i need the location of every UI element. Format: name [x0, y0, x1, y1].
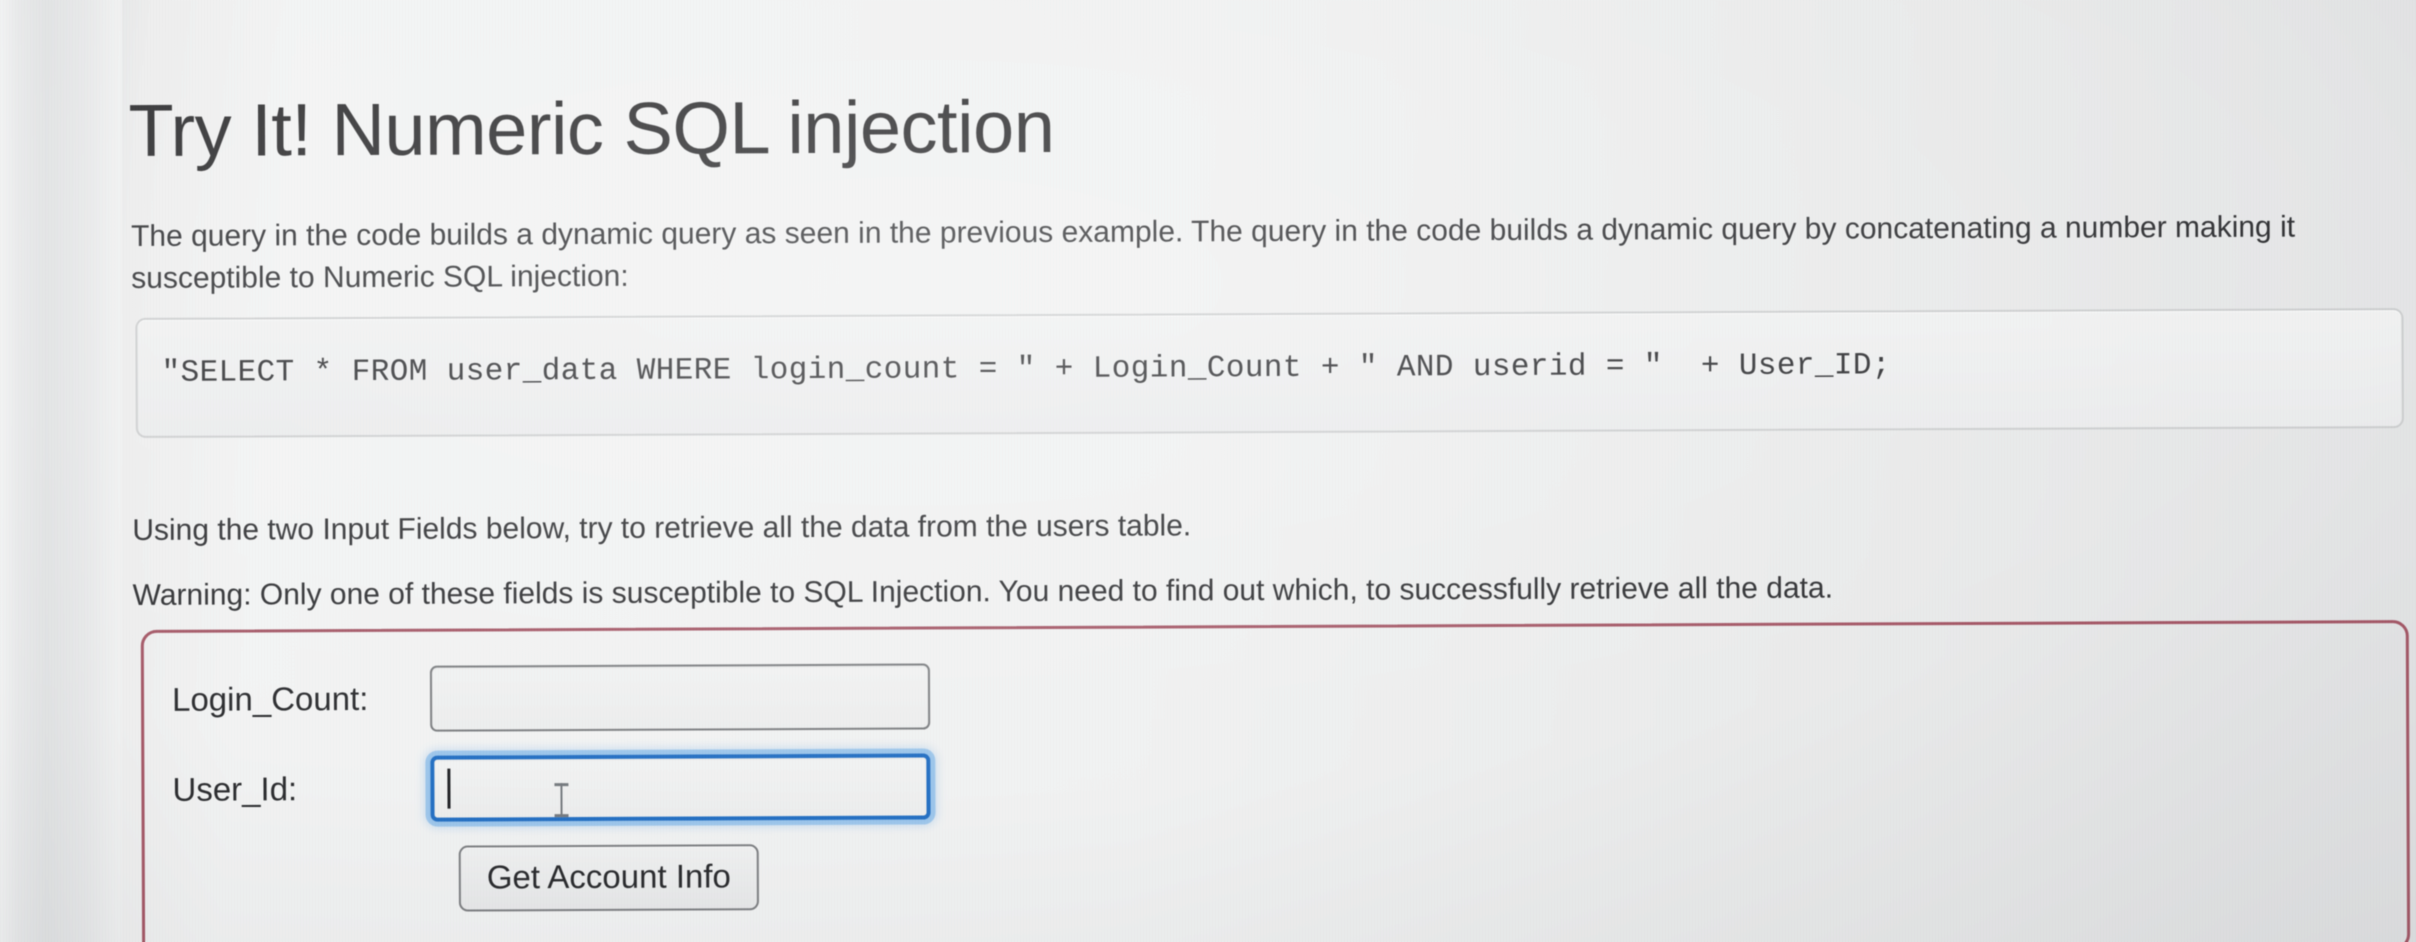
warning-paragraph: Warning: Only one of these fields is sus… — [132, 571, 1834, 612]
attack-form-panel: Login_Count: User_Id: Get Account Info — [140, 620, 2411, 942]
login-count-label: Login_Count: — [171, 679, 369, 718]
user-id-input[interactable] — [430, 753, 931, 822]
lesson-content: Try It! Numeric SQL injection The query … — [128, 0, 2416, 942]
code-block: "SELECT * FROM user_data WHERE login_cou… — [135, 308, 2404, 438]
login-count-input[interactable] — [429, 663, 931, 732]
get-account-info-button[interactable]: Get Account Info — [458, 844, 759, 912]
ibeam-cursor-icon — [554, 783, 568, 818]
intro-paragraph: The query in the code builds a dynamic q… — [130, 210, 2296, 295]
instruction-paragraph: Using the two Input Fields below, try to… — [132, 509, 1192, 547]
login-count-field-row: Login_Count: — [171, 663, 931, 733]
page-title: Try It! Numeric SQL injection — [128, 84, 1055, 172]
user-id-label: User_Id: — [172, 770, 298, 808]
text-caret — [447, 768, 451, 809]
user-id-field-row: User_Id: — [172, 753, 931, 823]
screen-photograph: Try It! Numeric SQL injection The query … — [0, 0, 2416, 942]
left-gutter-band — [0, 0, 122, 942]
code-snippet: "SELECT * FROM user_data WHERE login_cou… — [161, 348, 1891, 391]
